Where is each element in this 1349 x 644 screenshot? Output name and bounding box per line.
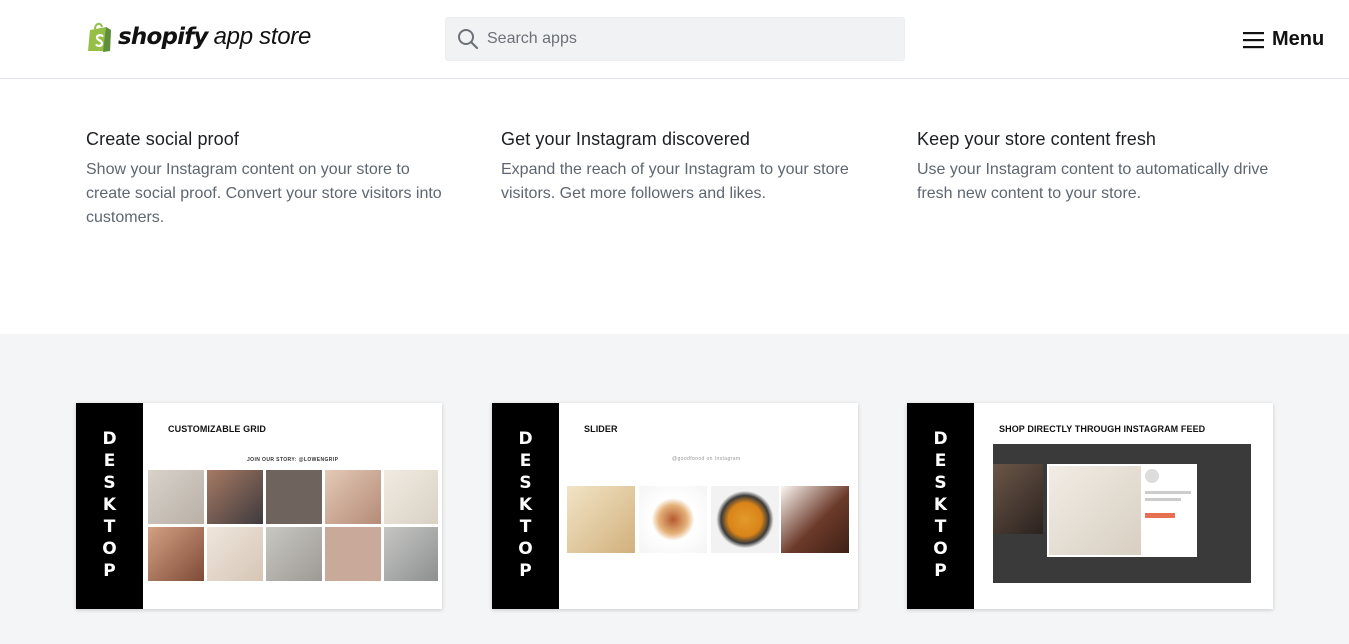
screenshot-slider[interactable]: DESKTOP SLIDER @goodfoood on Instagram — [492, 403, 858, 609]
grid-image — [325, 527, 381, 581]
logo-wordmark: shopify — [118, 24, 208, 50]
screenshot-shop-feed[interactable]: DESKTOP SHOP DIRECTLY THROUGH INSTAGRAM … — [907, 403, 1273, 609]
screenshot-subtitle: @goodfoood on Instagram — [672, 456, 741, 462]
side-label-letter: E — [519, 451, 532, 471]
feature-instagram-discovered: Get your Instagram discovered Expand the… — [501, 129, 861, 206]
grid-image — [148, 470, 204, 524]
side-label-letter: T — [934, 517, 947, 537]
side-label-letter: D — [102, 429, 117, 449]
search-input[interactable] — [487, 30, 887, 48]
hamburger-icon — [1243, 31, 1264, 48]
product-popup-image — [1049, 466, 1141, 555]
screenshot-customizable-grid[interactable]: DESKTOP CUSTOMIZABLE GRID JOIN OUR STORY… — [76, 403, 442, 609]
desktop-side-label: DESKTOP — [76, 403, 143, 609]
screenshot-title: SHOP DIRECTLY THROUGH INSTAGRAM FEED — [999, 424, 1206, 434]
text-line — [1145, 498, 1181, 501]
side-label-letter: T — [103, 517, 116, 537]
side-label-letter: K — [933, 495, 948, 515]
side-label-letter: E — [103, 451, 116, 471]
shopify-app-store-logo[interactable]: shopify app store — [86, 20, 311, 54]
text-line — [1145, 491, 1191, 494]
grid-image — [148, 527, 204, 581]
desktop-side-label: DESKTOP — [492, 403, 559, 609]
grid-image — [325, 470, 381, 524]
grid-image — [207, 527, 263, 581]
logo-suffix: app store — [213, 23, 312, 50]
side-label-letter: D — [933, 429, 948, 449]
menu-button[interactable]: Menu — [1243, 28, 1324, 51]
top-header: shopify app store Menu — [0, 0, 1349, 79]
search-bar[interactable] — [445, 17, 905, 61]
side-label-letter: K — [518, 495, 533, 515]
side-label-letter: S — [103, 473, 116, 493]
slider-image — [711, 486, 779, 553]
feature-title: Create social proof — [86, 129, 239, 149]
grid-image — [384, 470, 438, 524]
slider-image — [781, 486, 849, 553]
side-label-letter: O — [933, 539, 948, 559]
grid-image — [384, 527, 438, 581]
side-label-letter: P — [519, 561, 532, 581]
feature-description: Use your Instagram content to automatica… — [917, 161, 1269, 202]
feed-backdrop-image — [993, 464, 1043, 534]
side-label-letter: K — [102, 495, 117, 515]
side-label-letter: O — [518, 539, 533, 559]
buy-button — [1145, 513, 1175, 518]
slider-image — [567, 486, 635, 553]
side-label-letter: P — [934, 561, 947, 581]
avatar — [1145, 469, 1159, 483]
desktop-side-label: DESKTOP — [907, 403, 974, 609]
shopify-bag-icon — [88, 22, 111, 52]
feature-social-proof: Create social proof Show your Instagram … — [86, 129, 446, 230]
grid-image — [266, 470, 322, 524]
side-label-letter: T — [519, 517, 532, 537]
menu-label: Menu — [1272, 28, 1325, 50]
screenshot-subtitle: JOIN OUR STORY: @LOWENGRIP — [247, 457, 339, 463]
slider-image — [639, 486, 707, 553]
feature-title: Get your Instagram discovered — [501, 129, 751, 149]
side-label-letter: D — [518, 429, 533, 449]
grid-image — [266, 527, 322, 581]
side-label-letter: E — [934, 451, 947, 471]
screenshot-title: CUSTOMIZABLE GRID — [168, 424, 267, 434]
grid-image — [207, 470, 263, 524]
side-label-letter: S — [519, 473, 532, 493]
side-label-letter: S — [934, 473, 947, 493]
screenshot-title: SLIDER — [584, 424, 618, 434]
feature-description: Expand the reach of your Instagram to yo… — [501, 161, 849, 202]
feature-description: Show your Instagram content on your stor… — [86, 161, 442, 226]
screenshot-gallery: DESKTOP CUSTOMIZABLE GRID JOIN OUR STORY… — [0, 334, 1349, 644]
side-label-letter: O — [102, 539, 117, 559]
side-label-letter: P — [103, 561, 116, 581]
feature-content-fresh: Keep your store content fresh Use your I… — [917, 129, 1277, 206]
feature-title: Keep your store content fresh — [917, 129, 1157, 149]
search-icon — [458, 29, 479, 50]
